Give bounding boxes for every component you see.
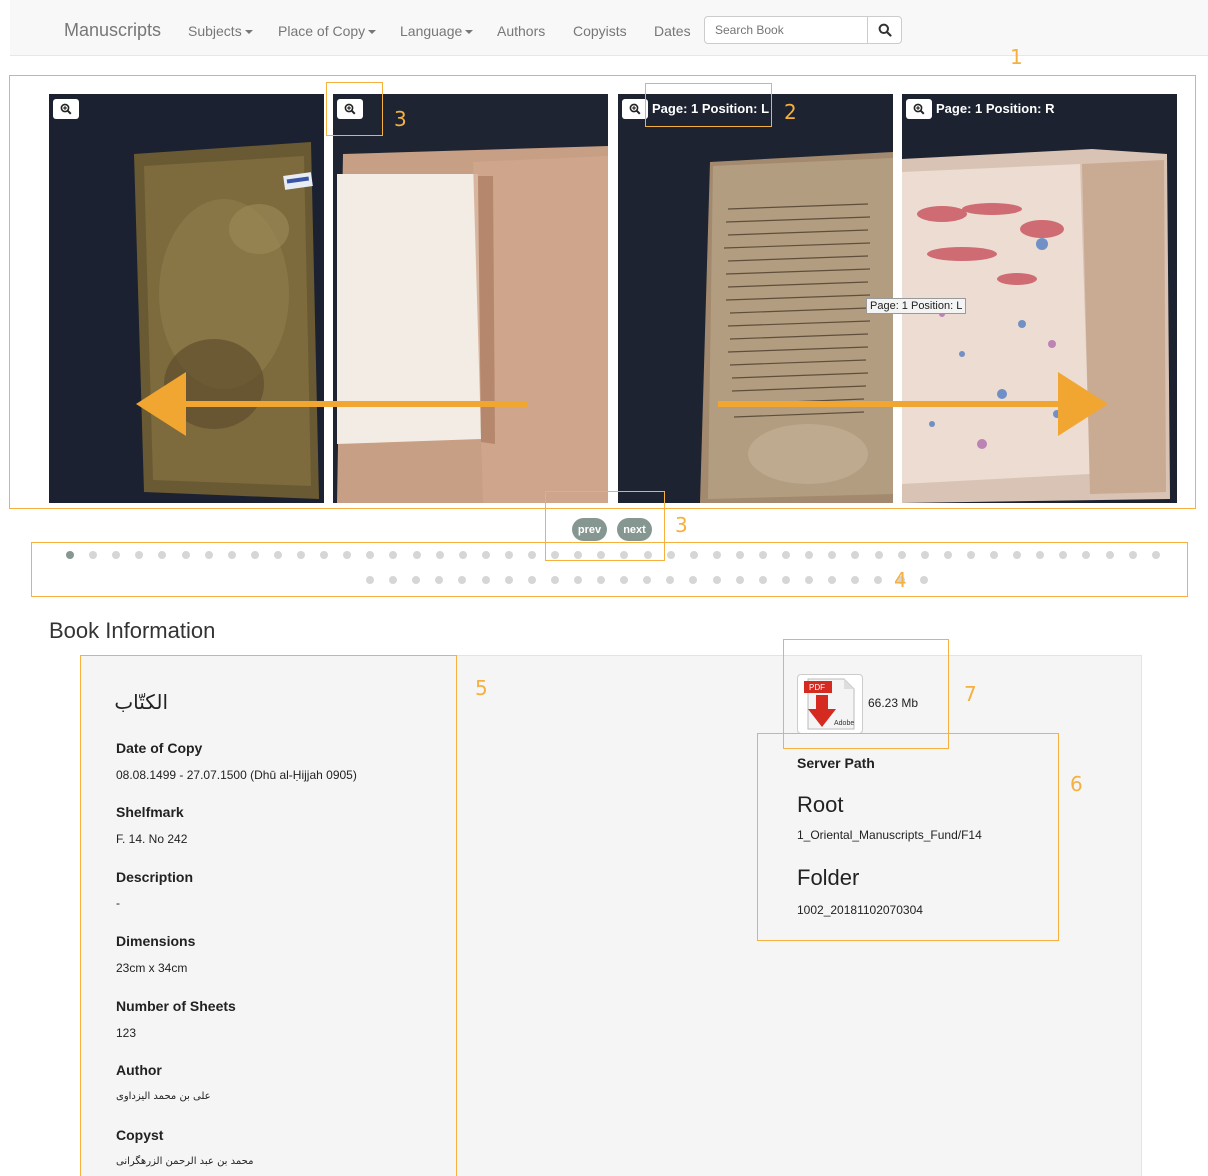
nav-language-label: Language <box>400 23 463 39</box>
annotation-box-6 <box>757 733 1059 941</box>
annotation-number: 2 <box>784 100 797 124</box>
search-input[interactable] <box>705 17 867 43</box>
nav-place-label: Place of Copy <box>278 23 366 39</box>
annotation-box-5 <box>80 655 457 1176</box>
search-button[interactable] <box>867 17 902 43</box>
annotation-number: 3 <box>394 107 407 131</box>
annotation-number: 1 <box>1010 45 1023 69</box>
annotation-box-2 <box>645 83 772 127</box>
nav-subjects-dropdown[interactable]: Subjects <box>188 23 253 39</box>
book-information-heading: Book Information <box>49 618 216 643</box>
caret-down-icon <box>244 30 253 35</box>
caret-down-icon <box>368 30 377 35</box>
annotation-number: 3 <box>675 513 688 537</box>
annotation-box-3a <box>326 82 383 136</box>
nav-language-dropdown[interactable]: Language <box>400 23 474 39</box>
nav-authors-link[interactable]: Authors <box>497 23 545 39</box>
navbar: Manuscripts Subjects Place of Copy Langu… <box>10 0 1208 56</box>
annotation-box-7 <box>783 639 949 749</box>
nav-place-of-copy-dropdown[interactable]: Place of Copy <box>278 23 377 39</box>
brand-link[interactable]: Manuscripts <box>64 20 161 41</box>
nav-subjects-label: Subjects <box>188 23 242 39</box>
annotation-number: 6 <box>1070 772 1083 796</box>
annotation-number: 7 <box>964 682 977 706</box>
annotation-box-4 <box>31 542 1188 597</box>
search-box <box>704 16 902 44</box>
search-icon <box>878 23 892 37</box>
annotation-box-1 <box>9 75 1196 509</box>
caret-down-icon <box>465 30 474 35</box>
nav-copyists-link[interactable]: Copyists <box>573 23 627 39</box>
annotation-number: 5 <box>475 676 488 700</box>
annotation-number: 4 <box>894 568 907 592</box>
nav-dates-link[interactable]: Dates <box>654 23 691 39</box>
